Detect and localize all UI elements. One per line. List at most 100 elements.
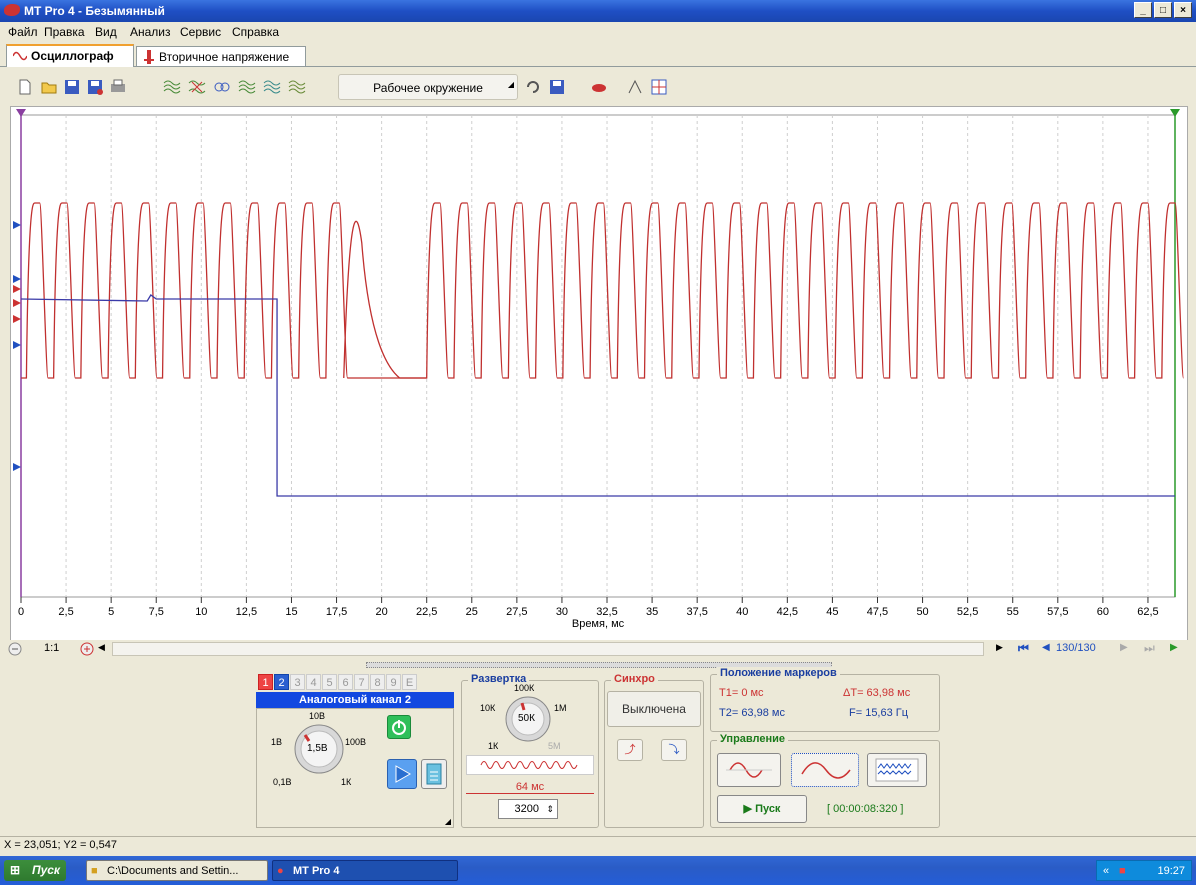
channels-icon[interactable] <box>163 78 181 96</box>
maximize-button[interactable]: □ <box>1154 2 1172 18</box>
channel-tab-e[interactable]: E <box>402 674 417 690</box>
channel-tab-3[interactable]: 3 <box>290 674 305 690</box>
menu-analysis[interactable]: Анализ <box>130 25 171 39</box>
panel-resize-icon[interactable]: ◢ <box>445 817 451 826</box>
knob-label-left: 1В <box>271 737 283 747</box>
plot-canvas[interactable]: 0 2,5 5 7,5 10 12,5 15 17,5 20 22,5 25 27,5 30 32,5 35… <box>11 107 1187 640</box>
points-spinner[interactable]: 3200 ⇕ <box>498 799 558 819</box>
sweep-value: 50К <box>518 713 535 724</box>
oscilloscope-plot[interactable]: 0 2,5 5 7,5 10 12,5 15 17,5 20 22,5 25 27,5 30 32,5 35… <box>10 106 1188 641</box>
scroll-left-icon[interactable]: ◀ <box>98 642 105 653</box>
first-page-icon[interactable]: ⏮ <box>1018 641 1029 656</box>
undo-icon[interactable] <box>524 78 542 96</box>
save-as-icon[interactable] <box>86 78 104 96</box>
tray-expand-icon[interactable]: « <box>1103 861 1109 882</box>
triangle-play-icon <box>395 765 412 783</box>
sync-toggle-button[interactable]: Выключена <box>607 691 701 727</box>
tick-label: 27,5 <box>506 606 527 618</box>
single-shot-button[interactable] <box>717 753 781 787</box>
menu-service[interactable]: Сервис <box>180 25 221 39</box>
channel-tab-4[interactable]: 4 <box>306 674 321 690</box>
waveform-icon <box>480 761 578 769</box>
cursor-coordinates: X = 23,051; Y2 = 0,547 <box>4 839 117 851</box>
menu-help[interactable]: Справка <box>232 25 279 39</box>
control-title: Управление <box>717 733 789 745</box>
channel-tab-9[interactable]: 9 <box>386 674 401 690</box>
channel-tab-6[interactable]: 6 <box>338 674 353 690</box>
eraser-icon[interactable] <box>590 78 608 96</box>
minimize-button[interactable]: _ <box>1134 2 1152 18</box>
tick-label: 57,5 <box>1047 606 1068 618</box>
knob-label-bottom-left: 0,1В <box>273 777 292 787</box>
channel-tab-7[interactable]: 7 <box>354 674 369 690</box>
tick-label: 0 <box>18 606 24 618</box>
window-title: MT Pro 4 - Безымянный <box>24 4 165 18</box>
channel-tab-2[interactable]: 2 <box>274 674 289 690</box>
channels-add-icon[interactable] <box>238 78 256 96</box>
tray-app-icon[interactable]: ■ <box>1119 861 1126 882</box>
noise-wave-icon <box>875 758 919 782</box>
record-button[interactable] <box>867 753 927 787</box>
scroll-right-icon[interactable]: ▶ <box>996 642 1003 653</box>
grid-icon[interactable] <box>650 78 668 96</box>
print-icon[interactable] <box>109 78 127 96</box>
horizontal-scrollbar[interactable] <box>112 642 984 656</box>
zoom-in-icon[interactable] <box>80 642 94 656</box>
marker-t1-handle <box>16 109 26 117</box>
channels-cross-icon[interactable] <box>188 78 206 96</box>
open-folder-icon[interactable] <box>40 78 58 96</box>
plot-frame <box>20 114 1176 598</box>
zoom-fit-icon[interactable] <box>626 78 644 96</box>
marker-t1: T1= 0 мс <box>719 687 764 699</box>
new-file-icon[interactable] <box>16 78 34 96</box>
channels-link-icon[interactable] <box>213 78 231 96</box>
tick-label: 30 <box>556 606 568 618</box>
channel-tab-5[interactable]: 5 <box>322 674 337 690</box>
channel-play-button[interactable] <box>387 759 417 789</box>
spinner-arrows-icon[interactable]: ⇕ <box>546 800 554 818</box>
sweep-label-top: 100К <box>514 683 535 693</box>
sweep-panel: Развертка 100К 10К 1М 1К 5М 50К 64 мс 32… <box>461 673 599 828</box>
workspace-save-icon[interactable] <box>548 78 566 96</box>
sweep-label-left: 10К <box>480 703 496 713</box>
start-button-taskbar[interactable]: ⊞ Пуск <box>4 860 66 881</box>
channel-calculator-button[interactable] <box>421 759 447 789</box>
sweep-label-bottom-left: 1К <box>488 741 499 751</box>
task-mtpro[interactable]: ● MT Pro 4 <box>272 860 458 881</box>
menu-view[interactable]: Вид <box>95 25 117 39</box>
knob-value: 1,5В <box>307 743 328 754</box>
task-explorer[interactable]: ■ C:\Documents and Settin... <box>86 860 268 881</box>
sync-falling-button[interactable]: ⤵ <box>661 739 687 761</box>
save-icon[interactable] <box>63 78 81 96</box>
menu-edit[interactable]: Правка <box>44 25 85 39</box>
channel-tabs: 1 2 3 4 5 6 7 8 9 E <box>256 674 456 690</box>
start-play-icon: ▶ <box>743 803 756 815</box>
level-marker <box>13 463 21 471</box>
sync-panel: Синхро Выключена ⤴ ⤵ <box>604 673 704 828</box>
play-icon[interactable]: ▶ <box>1170 642 1178 653</box>
start-button[interactable]: ▶ Пуск <box>717 795 807 823</box>
level-marker <box>13 315 21 323</box>
next-page-icon[interactable]: ▶ <box>1120 642 1128 653</box>
sweep-time: 64 мс <box>515 781 545 793</box>
menu-file[interactable]: Файл <box>8 25 38 39</box>
continuous-button[interactable] <box>791 753 859 787</box>
tab-oscilloscope[interactable]: Осциллограф <box>6 44 134 67</box>
close-button[interactable]: × <box>1174 2 1192 18</box>
workspace-dropdown[interactable]: Рабочее окружение ◢ <box>338 74 518 100</box>
channels-edit-icon[interactable] <box>263 78 281 96</box>
channels-settings-icon[interactable] <box>288 78 306 96</box>
channel-power-button[interactable] <box>387 715 411 739</box>
tick-label: 12,5 <box>236 606 257 618</box>
tab-strip: Осциллограф Вторичное напряжение <box>0 44 1196 67</box>
zoom-out-icon[interactable] <box>8 642 22 656</box>
sync-rising-button[interactable]: ⤴ <box>617 739 643 761</box>
tick-label: 42,5 <box>777 606 798 618</box>
channel-tab-8[interactable]: 8 <box>370 674 385 690</box>
zoom-ratio[interactable]: 1:1 <box>44 642 59 654</box>
tab-secondary-voltage[interactable]: Вторичное напряжение <box>136 46 306 66</box>
channel-tab-1[interactable]: 1 <box>258 674 273 690</box>
last-page-icon[interactable]: ⏭ <box>1144 641 1155 656</box>
prev-page-icon[interactable]: ◀ <box>1042 642 1050 653</box>
channel-body: 10В 1В 100В 0,1В 1К 1,5В ◢ <box>256 708 454 828</box>
